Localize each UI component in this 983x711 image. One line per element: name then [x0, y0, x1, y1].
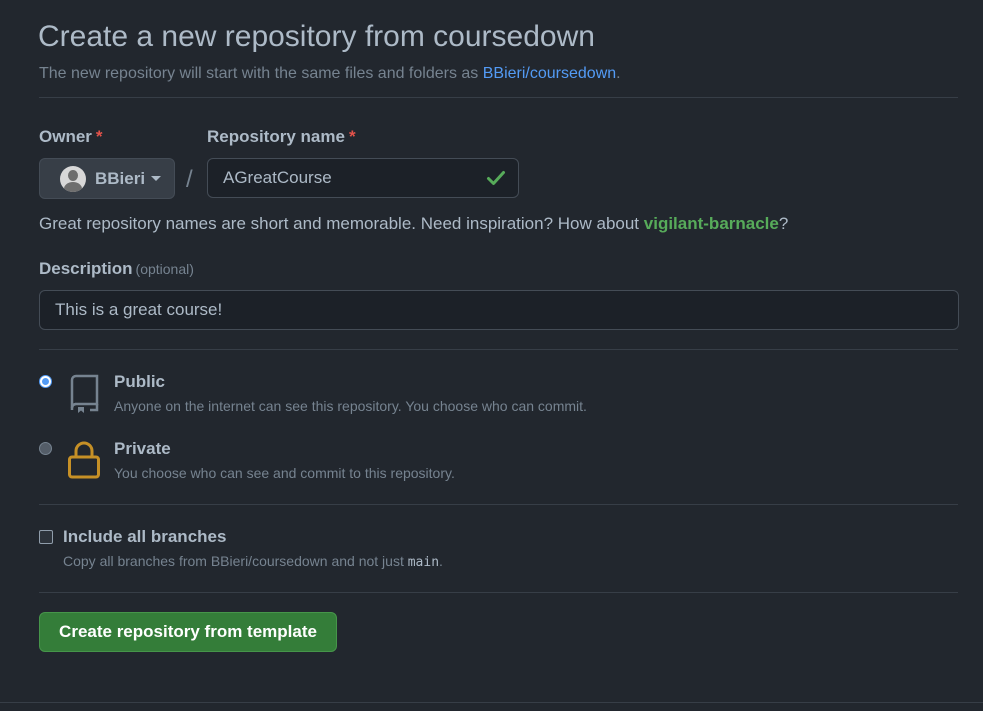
private-option-desc: You choose who can see and commit to thi… [114, 465, 455, 481]
repo-name-required-mark: * [348, 127, 356, 146]
hint-text: Great repository names are short and mem… [39, 214, 640, 233]
owner-required-mark: * [95, 127, 103, 146]
lock-icon [67, 441, 101, 484]
owner-select-button[interactable]: BBieri [39, 158, 175, 199]
create-repository-button[interactable]: Create repository from template [39, 612, 337, 652]
owner-label: Owner * [39, 127, 103, 147]
repo-name-label-text: Repository name [207, 127, 345, 146]
description-input[interactable]: This is a great course! [39, 290, 959, 330]
repo-name-input[interactable]: AGreatCourse [207, 158, 519, 198]
repo-icon [68, 374, 100, 419]
description-label: Description (optional) [39, 259, 194, 279]
include-branches-checkbox[interactable] [39, 530, 53, 544]
description-label-text: Description [39, 259, 133, 278]
subtitle-text: The new repository will start with the s… [39, 65, 479, 82]
avatar [60, 165, 86, 192]
owner-repo-separator: / [186, 166, 193, 193]
page-title: Create a new repository from coursedown [38, 20, 595, 53]
private-option-title: Private [114, 439, 171, 458]
name-suggestion-link[interactable]: vigilant-barnacle [644, 214, 779, 233]
divider [39, 592, 958, 593]
include-branches-desc: Copy all branches from BBieri/coursedown… [63, 553, 443, 570]
public-option-desc: Anyone on the internet can see this repo… [114, 398, 587, 414]
chevron-down-icon [151, 176, 162, 181]
divider [39, 504, 958, 505]
private-radio[interactable] [39, 442, 52, 455]
hint-suffix: ? [778, 214, 789, 233]
include-branches-label[interactable]: Include all branches [63, 527, 226, 547]
optional-note: (optional) [135, 261, 194, 277]
divider [39, 349, 958, 350]
public-option-title: Public [114, 372, 166, 391]
subtitle-suffix: . [616, 65, 621, 82]
check-icon [486, 168, 506, 193]
page-subtitle: The new repository will start with the s… [39, 65, 621, 83]
new-repo-from-template-page: Create a new repository from coursedown … [0, 0, 983, 711]
repo-name-value: AGreatCourse [223, 168, 332, 187]
template-repo-link[interactable]: BBieri/coursedown [483, 65, 616, 82]
owner-label-text: Owner [39, 127, 92, 146]
default-branch-code: main [407, 555, 440, 570]
footer-divider [0, 702, 983, 703]
repo-name-label: Repository name * [207, 127, 356, 147]
description-value: This is a great course! [55, 300, 223, 319]
divider [39, 97, 958, 98]
repo-name-hint: Great repository names are short and mem… [39, 214, 788, 234]
branches-desc-suffix: . [439, 553, 443, 569]
branches-desc-text: Copy all branches from BBieri/coursedown… [63, 553, 404, 569]
public-radio[interactable] [39, 375, 52, 388]
owner-name: BBieri [95, 168, 146, 188]
